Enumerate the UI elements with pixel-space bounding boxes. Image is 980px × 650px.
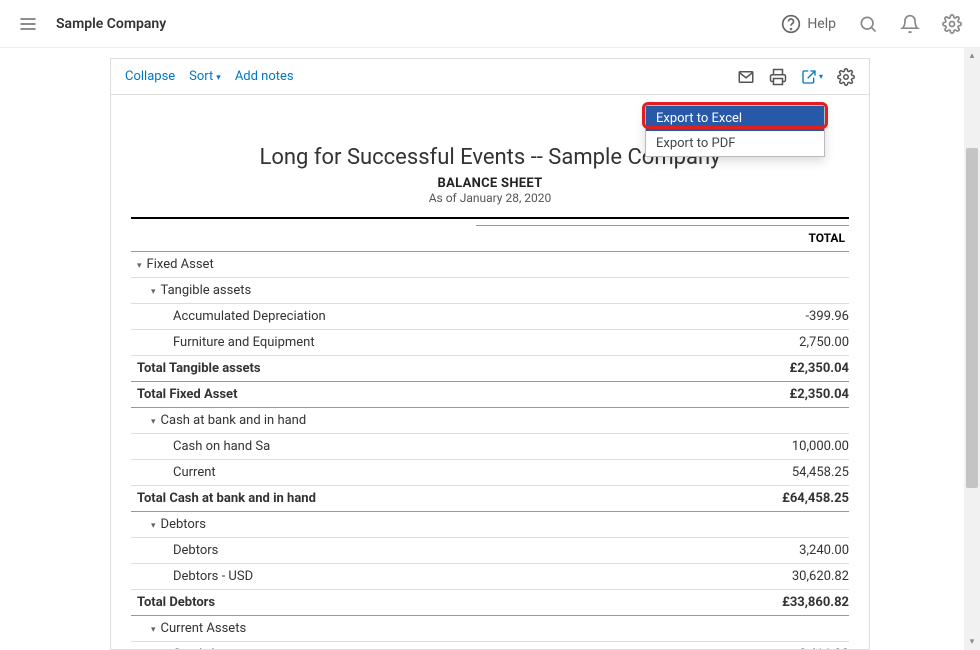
row-label[interactable]: Current Assets xyxy=(131,621,849,636)
export-excel-item[interactable]: Export to Excel xyxy=(646,106,824,131)
total-column-header: TOTAL xyxy=(476,225,849,245)
report-container: Collapse Sort Add notes E xyxy=(110,58,870,650)
row-label[interactable]: Debtors xyxy=(131,517,849,532)
row-label: Accumulated Depreciation xyxy=(131,309,805,324)
row-amount: 30,620.82 xyxy=(792,569,849,584)
row-amount: -399.96 xyxy=(805,309,849,324)
report-date: As of January 28, 2020 xyxy=(131,191,849,205)
table-row: Debtors - USD30,620.82 xyxy=(131,564,849,590)
table-row: Total Fixed Asset£2,350.04 xyxy=(131,382,849,408)
table-row: Debtors xyxy=(131,512,849,538)
bell-icon[interactable] xyxy=(900,14,920,34)
table-row: Stock Asset8,411.93 xyxy=(131,642,849,649)
table-row: Total Cash at bank and in hand£64,458.25 xyxy=(131,486,849,512)
table-row: Current Assets xyxy=(131,616,849,642)
help-label: Help xyxy=(807,16,836,32)
topbar-left: Sample Company xyxy=(18,14,166,34)
report-body: Long for Successful Events -- Sample Com… xyxy=(111,95,869,649)
row-amount: £33,860.82 xyxy=(782,595,849,610)
export-dropdown: Export to Excel Export to PDF xyxy=(645,105,825,157)
row-label: Stock Asset xyxy=(131,647,799,649)
email-icon[interactable] xyxy=(737,68,755,86)
row-label: Debtors - USD xyxy=(131,569,792,584)
sort-link[interactable]: Sort xyxy=(189,69,221,84)
table-row: Current54,458.25 xyxy=(131,460,849,486)
table-header-row: TOTAL xyxy=(131,219,849,252)
scrollbar-thumb[interactable] xyxy=(966,148,978,488)
table-row: Debtors3,240.00 xyxy=(131,538,849,564)
page-scrollbar[interactable]: ▴ ▾ xyxy=(964,48,980,650)
row-amount: 10,000.00 xyxy=(792,439,849,454)
row-amount: 54,458.25 xyxy=(792,465,849,480)
topbar: Sample Company Help xyxy=(0,0,980,48)
toolbar-right xyxy=(737,68,855,86)
export-icon[interactable] xyxy=(801,69,823,85)
row-label: Furniture and Equipment xyxy=(131,335,799,350)
row-amount: 8,411.93 xyxy=(799,647,849,649)
add-notes-link[interactable]: Add notes xyxy=(235,69,294,84)
export-pdf-item[interactable]: Export to PDF xyxy=(646,131,824,156)
row-amount: £2,350.04 xyxy=(790,361,849,376)
table-row: Furniture and Equipment2,750.00 xyxy=(131,330,849,356)
table-row: Accumulated Depreciation-399.96 xyxy=(131,304,849,330)
table-row: Cash on hand Sa10,000.00 xyxy=(131,434,849,460)
table-row: Total Tangible assets£2,350.04 xyxy=(131,356,849,382)
row-label: Total Cash at bank and in hand xyxy=(131,491,782,506)
row-label[interactable]: Fixed Asset xyxy=(131,257,849,272)
report-toolbar: Collapse Sort Add notes xyxy=(111,59,869,95)
row-label: Total Debtors xyxy=(131,595,782,610)
report-settings-icon[interactable] xyxy=(837,68,855,86)
table-row: Cash at bank and in hand xyxy=(131,408,849,434)
print-icon[interactable] xyxy=(769,68,787,86)
main: Collapse Sort Add notes E xyxy=(0,48,980,650)
row-label: Debtors xyxy=(131,543,799,558)
row-label: Total Tangible assets xyxy=(131,361,790,376)
table-row: Total Debtors£33,860.82 xyxy=(131,590,849,616)
toolbar-left: Collapse Sort Add notes xyxy=(125,69,294,84)
topbar-right: Help xyxy=(781,14,962,34)
hamburger-icon[interactable] xyxy=(18,14,38,34)
table-row: Tangible assets xyxy=(131,278,849,304)
row-amount: 2,750.00 xyxy=(799,335,849,350)
search-icon[interactable] xyxy=(858,14,878,34)
gear-icon[interactable] xyxy=(942,14,962,34)
scroll-down-arrow-icon[interactable]: ▾ xyxy=(964,634,980,650)
row-amount: 3,240.00 xyxy=(799,543,849,558)
row-label: Cash on hand Sa xyxy=(131,439,792,454)
balance-table: TOTAL Fixed Asset Tangible assets Accumula… xyxy=(131,217,849,649)
help-button[interactable]: Help xyxy=(781,14,836,34)
scroll-up-arrow-icon[interactable]: ▴ xyxy=(964,48,980,64)
row-amount: £64,458.25 xyxy=(782,491,849,506)
row-label: Total Fixed Asset xyxy=(131,387,790,402)
collapse-link[interactable]: Collapse xyxy=(125,69,175,84)
row-amount: £2,350.04 xyxy=(790,387,849,402)
company-name: Sample Company xyxy=(56,16,166,32)
row-label[interactable]: Cash at bank and in hand xyxy=(131,413,849,428)
report-subtitle: BALANCE SHEET xyxy=(131,176,849,191)
table-row: Fixed Asset xyxy=(131,252,849,278)
row-label: Current xyxy=(131,465,792,480)
row-label[interactable]: Tangible assets xyxy=(131,283,849,298)
